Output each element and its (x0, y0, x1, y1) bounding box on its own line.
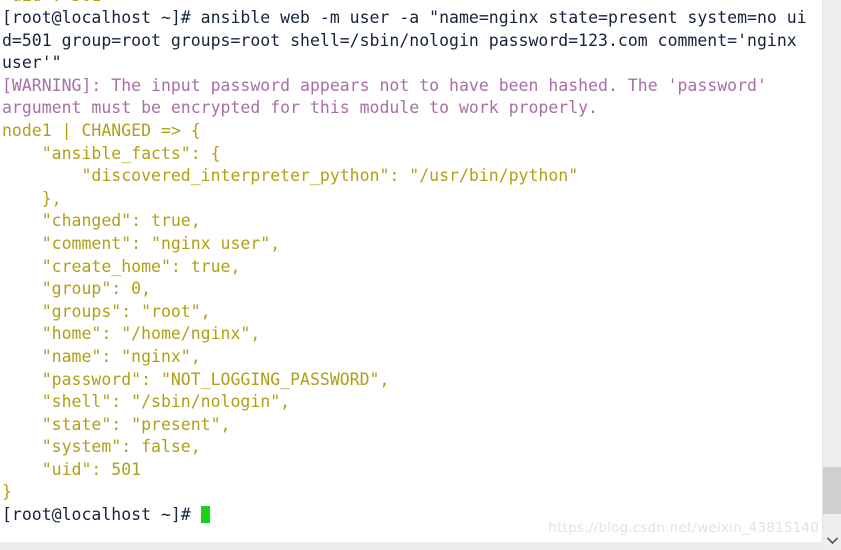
terminal-line: [WARNING]: The input password appears no… (2, 75, 767, 95)
shell-prompt-label: [root@localhost ~]# (2, 505, 201, 525)
terminal-line: "home": "/home/nginx", (2, 324, 261, 344)
text-cursor (200, 506, 210, 524)
clipped-previous-line-text: "uid": 501 (2, 0, 101, 7)
terminal-line: "create_home": true, (2, 256, 241, 276)
scrollbar-down-button[interactable] (823, 531, 841, 550)
terminal-window: "uid": 501 [root@localhost ~]# ansible w… (0, 0, 841, 550)
terminal-line: d=501 group=root groups=root shell=/sbin… (2, 30, 797, 50)
terminal-line: "group": 0, (2, 279, 152, 299)
terminal-line: "discovered_interpreter_python": "/usr/b… (2, 166, 579, 186)
chevron-down-icon (827, 536, 838, 544)
terminal-line: [root@localhost ~]# ansible web -m user … (2, 8, 807, 27)
terminal-line: }, (2, 188, 62, 208)
terminal-line: "password": "NOT_LOGGING_PASSWORD", (2, 369, 390, 389)
terminal-line: } (2, 482, 12, 502)
vertical-scrollbar[interactable] (822, 0, 841, 550)
terminal-line: "shell": "/sbin/nologin", (2, 392, 291, 412)
terminal-output-area[interactable]: "uid": 501 [root@localhost ~]# ansible w… (0, 0, 822, 550)
window-bottom-edge (0, 542, 822, 550)
terminal-line: "system": false, (2, 437, 201, 457)
terminal-line: "groups": "root", (2, 301, 211, 321)
terminal-line: user'" (2, 53, 62, 73)
terminal-line: "comment": "nginx user", (2, 233, 281, 253)
terminal-line: "ansible_facts": { (2, 143, 221, 163)
scrollbar-thumb[interactable] (823, 467, 841, 514)
terminal-line: argument must be encrypted for this modu… (2, 98, 599, 118)
terminal-line-list: [root@localhost ~]# ansible web -m user … (0, 7, 822, 504)
terminal-line: node1 | CHANGED => { (2, 120, 201, 140)
clipped-previous-line: "uid": 501 (0, 0, 822, 7)
terminal-line: "name": "nginx", (2, 346, 201, 366)
terminal-line: "uid": 501 (2, 459, 142, 479)
terminal-line: "state": "present", (2, 414, 231, 434)
watermark-text: https://blog.csdn.net/weixin_43815140 (548, 520, 819, 536)
terminal-line: "changed": true, (2, 211, 201, 231)
